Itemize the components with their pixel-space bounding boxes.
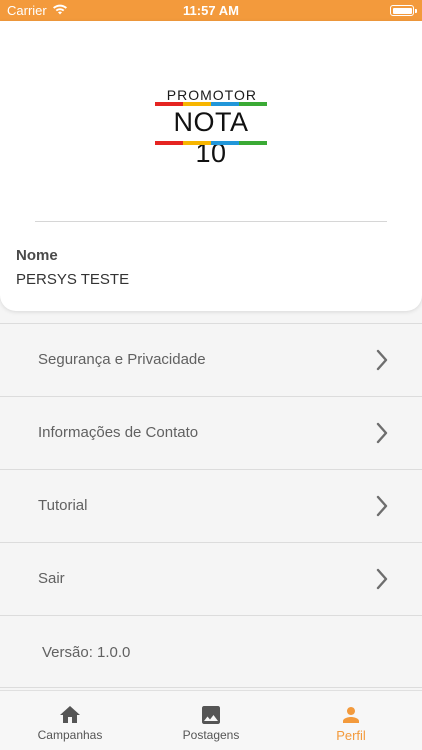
version-label: Versão: 1.0.0 [42, 644, 131, 661]
status-time: 11:57 AM [183, 3, 239, 18]
logo-top-text: PROMOTOR [166, 87, 257, 103]
menu-item-security-privacy[interactable]: Segurança e Privacidade [0, 323, 422, 396]
tab-postagens[interactable]: Postagens [141, 691, 281, 750]
version-row: Versão: 1.0.0 [0, 615, 422, 688]
menu-item-label: Segurança e Privacidade [38, 351, 206, 368]
chevron-right-icon [374, 567, 390, 591]
name-label: Nome [16, 247, 58, 264]
menu-item-logout[interactable]: Sair [0, 542, 422, 615]
name-value: PERSYS TESTE [16, 271, 130, 288]
divider [35, 221, 387, 222]
settings-menu: Segurança e Privacidade Informações de C… [0, 323, 422, 688]
menu-item-label: Tutorial [38, 497, 88, 514]
app-logo: PROMOTOR NOTA 10 [155, 87, 267, 168]
tab-bar: Campanhas Postagens Perfil [0, 690, 422, 750]
logo-main-text: NOTA 10 [173, 107, 249, 168]
menu-item-label: Sair [38, 570, 65, 587]
tab-perfil[interactable]: Perfil [281, 691, 421, 750]
tab-label: Postagens [182, 728, 240, 742]
status-bar: Carrier 11:57 AM [0, 0, 422, 21]
menu-item-label: Informações de Contato [38, 424, 199, 441]
person-icon [339, 703, 363, 727]
profile-card: PROMOTOR NOTA 10 Nome PERSYS TESTE [0, 21, 422, 311]
home-icon [58, 703, 82, 727]
chevron-right-icon [374, 421, 390, 445]
menu-item-contact-info[interactable]: Informações de Contato [0, 396, 422, 469]
battery-icon [390, 5, 417, 16]
chevron-right-icon [374, 348, 390, 372]
chevron-right-icon [374, 494, 390, 518]
image-icon [199, 703, 223, 727]
tab-label: Campanhas [37, 728, 103, 742]
tab-campanhas[interactable]: Campanhas [0, 691, 140, 750]
tab-label: Perfil [336, 728, 366, 743]
menu-item-tutorial[interactable]: Tutorial [0, 469, 422, 542]
